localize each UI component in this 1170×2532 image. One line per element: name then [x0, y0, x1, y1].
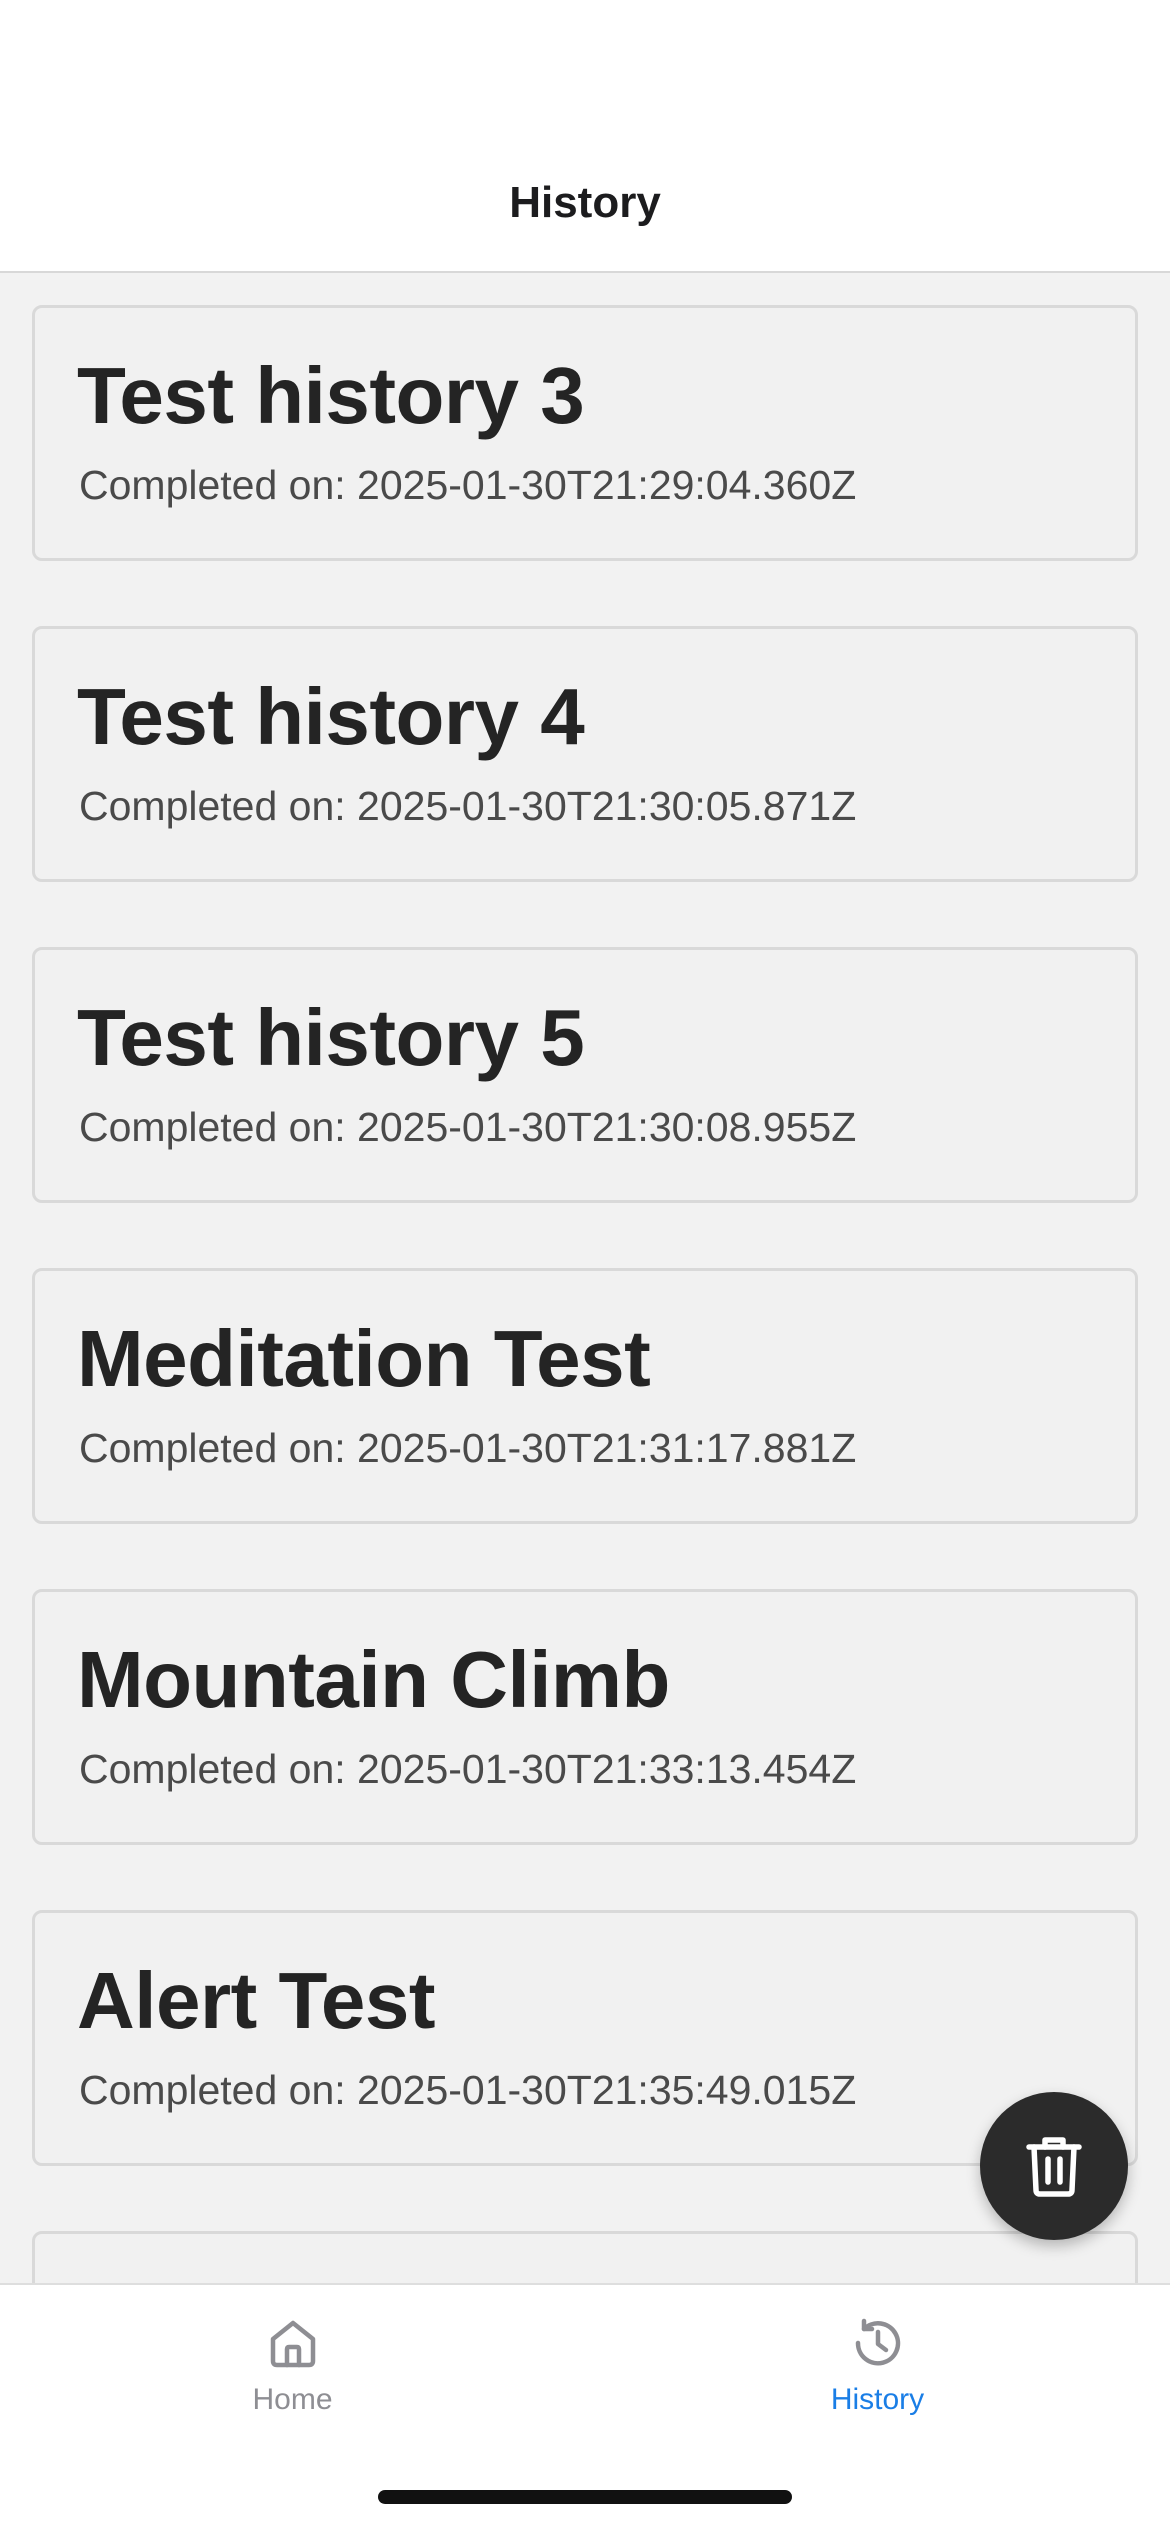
history-card-completed-date: Completed on: 2025-01-30T21:30:08.955Z — [79, 1104, 857, 1150]
home-icon — [270, 2320, 315, 2368]
history-card[interactable]: Test history 5 Completed on: 2025-01-30T… — [32, 947, 1138, 1203]
history-card[interactable]: Meditation Test Completed on: 2025-01-30… — [32, 1268, 1138, 1524]
trash-icon — [1026, 2137, 1082, 2197]
history-card[interactable]: Alert Test Completed on: 2025-01-30T21:3… — [32, 1910, 1138, 2166]
history-card[interactable]: Test history 4 Completed on: 2025-01-30T… — [32, 626, 1138, 882]
history-card-title: Test history 4 — [77, 672, 585, 761]
tab-home-label: Home — [252, 2383, 333, 2416]
page-title: History — [509, 178, 661, 227]
history-card[interactable]: Mountain Climb Completed on: 2025-01-30T… — [32, 1589, 1138, 1845]
history-screen: History Test history 3 Completed on: 202… — [0, 0, 1170, 2532]
history-card-completed-date: Completed on: 2025-01-30T21:29:04.360Z — [79, 462, 857, 508]
history-card-title: Test history 3 — [77, 351, 585, 440]
history-card-completed-date: Completed on: 2025-01-30T21:33:13.454Z — [79, 1746, 857, 1792]
history-card[interactable]: Test history 3 Completed on: 2025-01-30T… — [32, 305, 1138, 561]
history-card-completed-date: Completed on: 2025-01-30T21:30:05.871Z — [79, 783, 857, 829]
history-icon — [855, 2318, 900, 2366]
home-indicator[interactable] — [378, 2490, 792, 2504]
history-card-completed-date: Completed on: 2025-01-30T21:35:49.015Z — [79, 2067, 857, 2113]
tab-home[interactable]: Home — [0, 2285, 585, 2445]
tab-history-label: History — [830, 2383, 925, 2416]
clear-history-button[interactable] — [980, 2092, 1128, 2240]
history-card-partial[interactable] — [32, 2231, 1138, 2283]
history-card-completed-date: Completed on: 2025-01-30T21:31:17.881Z — [79, 1425, 857, 1471]
history-card-title: Meditation Test — [77, 1314, 651, 1403]
tab-history[interactable]: History — [585, 2285, 1170, 2445]
history-card-title: Alert Test — [77, 1956, 436, 2045]
history-list[interactable]: Test history 3 Completed on: 2025-01-30T… — [0, 273, 1170, 2283]
history-card-title: Test history 5 — [77, 993, 585, 1082]
navigation-header: History — [0, 0, 1170, 273]
history-card-title: Mountain Climb — [77, 1635, 670, 1724]
